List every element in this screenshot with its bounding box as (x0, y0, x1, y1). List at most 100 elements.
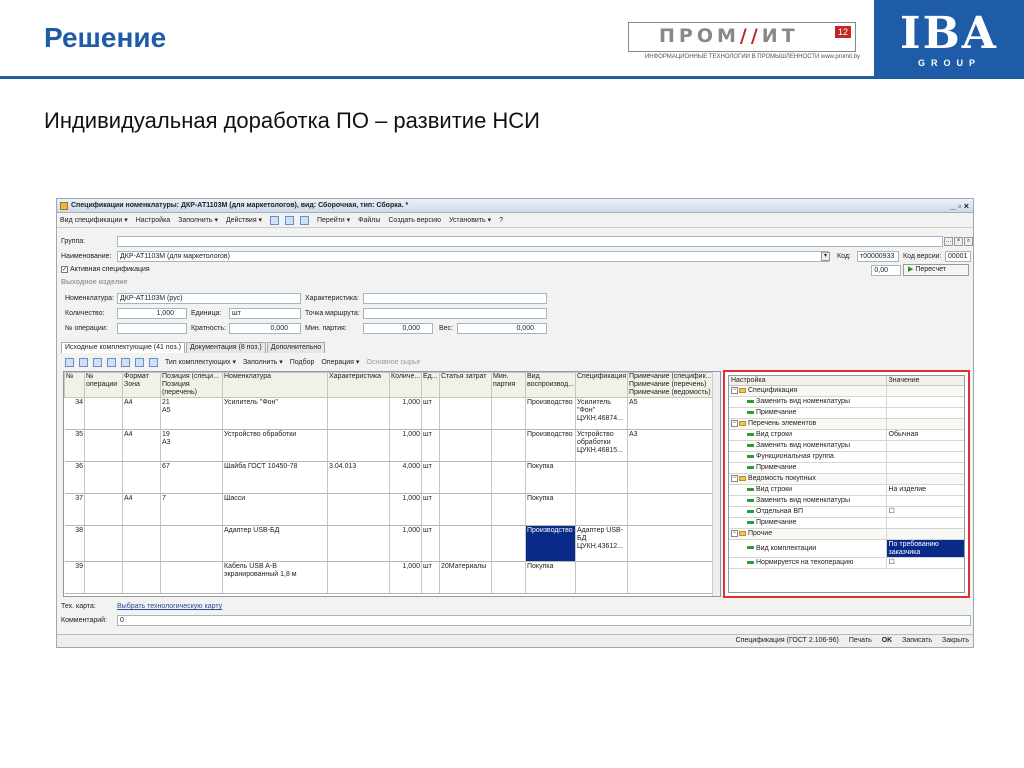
table-cell[interactable]: шт (421, 397, 440, 430)
grid-main-raw[interactable]: Основное сырье (366, 359, 420, 366)
tree-setting-cell[interactable]: − Прочие (729, 528, 887, 540)
tree-item-row[interactable]: Вид строки Обычная (729, 429, 964, 441)
table-cell[interactable] (327, 397, 390, 430)
table-row[interactable]: 37 A4 7 Шасси 1,000 шт Покупка (64, 493, 715, 526)
tree-item-row[interactable]: Примечание (729, 407, 964, 419)
table-cell[interactable] (627, 493, 715, 526)
table-cell[interactable]: 21 A5 (160, 397, 223, 430)
tree-value-cell[interactable] (886, 407, 964, 419)
print-button[interactable]: Печать (849, 637, 872, 644)
tree-setting-cell[interactable]: Отдельная ВП (729, 506, 887, 518)
tree-header-value[interactable]: Значение (886, 376, 964, 386)
tree-value-cell[interactable] (886, 440, 964, 452)
table-cell[interactable]: Усилитель "Фон" ЦУКН.46874... (575, 397, 628, 430)
table-cell[interactable]: 38 (64, 525, 85, 562)
table-cell[interactable]: Устройство обработки (222, 429, 328, 462)
tree-header-setting[interactable]: Настройка (729, 376, 887, 386)
sort-icon[interactable] (149, 357, 158, 367)
edit-row-icon[interactable] (93, 357, 102, 367)
table-row[interactable]: 39 Кабель USB A-B экранированный 1,8 м 1,0… (64, 561, 715, 594)
table-cell[interactable] (491, 493, 526, 526)
table-cell[interactable]: Шасси (222, 493, 328, 526)
tree-value-cell[interactable] (886, 451, 964, 463)
table-cell[interactable]: 1,000 (389, 397, 422, 430)
tree-value-cell[interactable] (886, 385, 964, 397)
clear-icon[interactable]: × (954, 237, 963, 246)
multiplicity-field[interactable]: 0,000 (229, 323, 301, 334)
grid-scrollbar[interactable] (712, 372, 720, 596)
table-cell[interactable]: 7 (160, 493, 223, 526)
column-header[interactable]: Статья затрат (439, 372, 492, 398)
tech-card-link[interactable]: Выбрать технологическую карту (117, 601, 222, 612)
grid-fill[interactable]: Заполнить ▾ (243, 359, 283, 366)
table-cell[interactable]: Усилитель "Фон" (222, 397, 328, 430)
ratio-field[interactable]: 0,00 (871, 265, 901, 276)
table-cell[interactable] (439, 493, 492, 526)
close-button[interactable]: Закрыть (942, 637, 969, 644)
tab-documentation[interactable]: Документация (8 поз.) (185, 342, 266, 353)
refresh-icon[interactable] (285, 215, 295, 225)
table-cell[interactable]: 1,000 (389, 525, 422, 562)
table-cell[interactable]: Устройство обработки ЦУКН.46815... (575, 429, 628, 462)
tree-value-cell[interactable]: Обычная (886, 429, 964, 441)
table-cell[interactable] (575, 493, 628, 526)
name-field[interactable]: ДКР-АТ1103М (для маркетологов) (117, 251, 829, 262)
tree-item-row[interactable]: Отдельная ВП ☐ (729, 506, 964, 518)
table-cell[interactable] (575, 461, 628, 494)
table-row[interactable]: 36 67 Шайба ГОСТ 10450-78 3.04.013 4,000 шт По… (64, 461, 715, 494)
toolbar-set[interactable]: Установить ▾ (449, 217, 491, 224)
table-cell[interactable]: Кабель USB A-B экранированный 1,8 м (222, 561, 328, 594)
toolbar-files[interactable]: Файлы (358, 217, 380, 224)
tree-item-row[interactable]: Вид строки На изделие (729, 484, 964, 496)
table-cell[interactable] (627, 525, 715, 562)
table-cell[interactable] (575, 561, 628, 594)
table-cell[interactable] (491, 561, 526, 594)
toolbar-actions[interactable]: Действия ▾ (226, 217, 262, 224)
save-button[interactable]: Записать (902, 637, 932, 644)
grid-operation[interactable]: Операция ▾ (321, 359, 359, 366)
tree-setting-cell[interactable]: Заменить вид номенклатуры (729, 396, 887, 408)
table-cell[interactable] (327, 561, 390, 594)
unit-field[interactable]: шт (229, 308, 301, 319)
table-cell[interactable] (84, 525, 123, 562)
toolbar-create-version[interactable]: Создать версию (388, 217, 441, 224)
next-icon[interactable] (300, 215, 310, 225)
tree-item-row[interactable]: Примечание (729, 462, 964, 474)
toolbar-help[interactable]: ? (499, 217, 503, 224)
table-cell[interactable]: 37 (64, 493, 85, 526)
table-cell[interactable]: 39 (64, 561, 85, 594)
column-header[interactable]: Вид воспроизвод... (525, 372, 576, 398)
comment-field[interactable]: 0 (117, 615, 971, 626)
collapse-icon[interactable]: − (731, 474, 738, 482)
table-cell[interactable]: шт (421, 493, 440, 526)
min-batch-field[interactable]: 0,000 (363, 323, 433, 334)
collapse-icon[interactable]: − (731, 529, 738, 537)
table-cell[interactable] (84, 561, 123, 594)
table-cell[interactable]: Адаптер USB-БД ЦУКН.43612... (575, 525, 628, 562)
table-row[interactable]: 38 Адаптер USB-БД 1,000 шт Производство Адапт… (64, 525, 715, 562)
column-header[interactable]: Мин. партия (491, 372, 526, 398)
table-cell[interactable] (84, 493, 123, 526)
tree-value-cell[interactable]: ☐ (886, 557, 964, 569)
table-cell[interactable]: A4 (122, 429, 161, 462)
column-header[interactable]: Примечание (специфик... Примечание (пере… (627, 372, 715, 398)
dropdown-icon[interactable]: ▾ (821, 252, 830, 261)
copy-row-icon[interactable] (79, 357, 88, 367)
table-cell[interactable] (84, 397, 123, 430)
tree-value-cell[interactable] (886, 418, 964, 430)
column-header[interactable]: Номенклатура (222, 372, 328, 398)
table-cell[interactable] (491, 429, 526, 462)
table-cell[interactable]: A4 (122, 397, 161, 430)
table-cell[interactable]: A4 (122, 493, 161, 526)
nomenclature-field[interactable]: ДКР-АТ1103М (рус) (117, 293, 301, 304)
table-cell[interactable]: Покупка (525, 561, 576, 594)
tree-value-cell[interactable] (886, 517, 964, 529)
select-button-icon[interactable]: … (944, 237, 953, 246)
table-cell[interactable]: A3 (627, 429, 715, 462)
table-cell[interactable] (327, 493, 390, 526)
table-cell[interactable]: Адаптер USB-БД (222, 525, 328, 562)
table-cell[interactable] (327, 429, 390, 462)
table-cell[interactable]: 3.04.013 (327, 461, 390, 494)
recalc-button[interactable]: ▶ Пересчет (903, 264, 969, 276)
back-icon[interactable] (270, 215, 280, 225)
